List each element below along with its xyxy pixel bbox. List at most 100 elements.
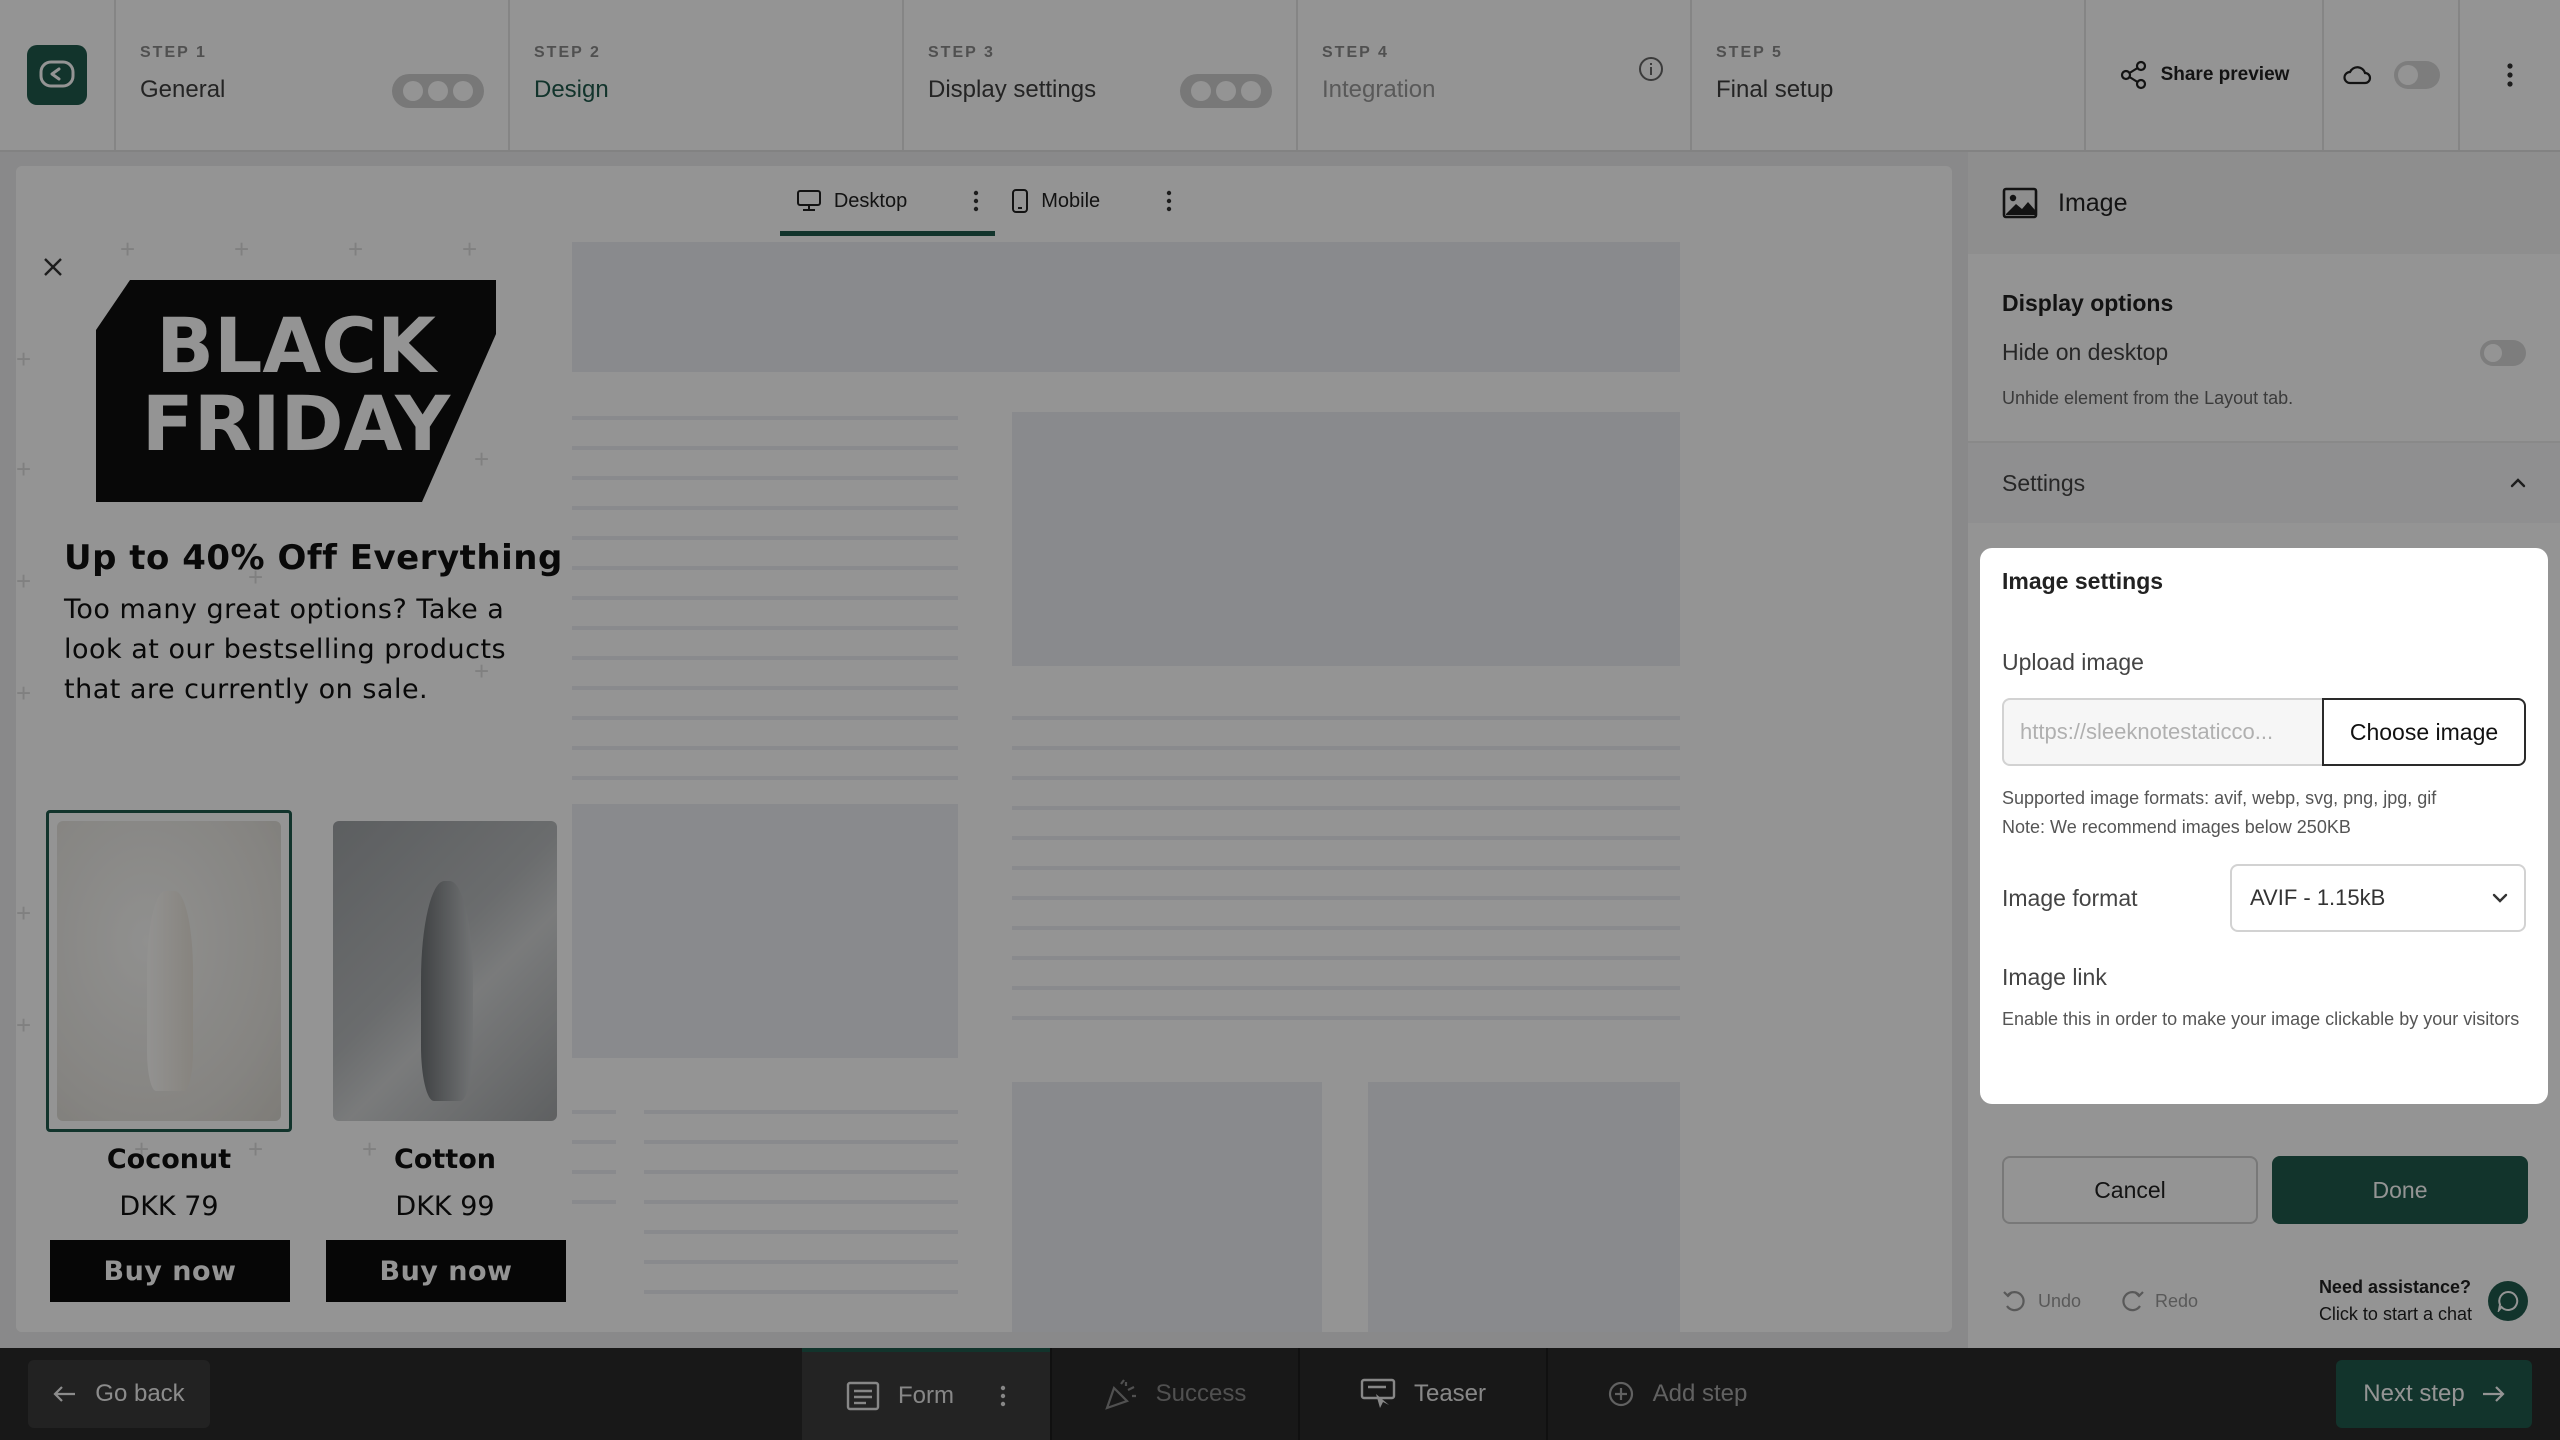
- upload-image-label: Upload image: [2002, 649, 2144, 675]
- done-button[interactable]: Done: [2272, 1156, 2528, 1224]
- step-final-setup[interactable]: STEP 5 Final setup: [1692, 0, 2086, 150]
- assistance-text[interactable]: Need assistance? Click to start a chat: [2319, 1274, 2472, 1328]
- buy-now-button[interactable]: Buy now: [50, 1240, 290, 1302]
- image-format-row: Image format AVIF - 1.15kB: [2002, 864, 2526, 932]
- step-number: STEP 3: [928, 44, 995, 61]
- upload-row: Choose image: [2002, 698, 2526, 766]
- redo-button[interactable]: Redo: [2119, 1289, 2198, 1313]
- step-number: STEP 1: [140, 44, 207, 61]
- settings-label: Settings: [2002, 469, 2086, 496]
- mobile-options-icon[interactable]: [1166, 190, 1172, 212]
- image-settings-card: Image settings Upload image Choose image…: [1980, 548, 2548, 1104]
- popup-body-text[interactable]: Too many great options? Take a look at o…: [64, 590, 524, 710]
- teaser-icon: [1360, 1378, 1396, 1408]
- panel-actions: Cancel Done: [2002, 1156, 2528, 1224]
- tab-teaser[interactable]: Teaser: [1298, 1348, 1546, 1440]
- product-card[interactable]: Coconut DKK 79 Buy now: [46, 810, 292, 1332]
- autosave-toggle[interactable]: [2394, 61, 2440, 89]
- image-icon: [2002, 187, 2038, 219]
- tab-mobile[interactable]: Mobile: [995, 166, 1188, 236]
- step-status-toggle[interactable]: [1180, 74, 1272, 108]
- step-label: Integration: [1322, 76, 1436, 103]
- next-step-button[interactable]: Next step: [2336, 1360, 2532, 1428]
- tab-teaser-label: Teaser: [1413, 1380, 1487, 1407]
- svg-text:FRIDAY: FRIDAY: [142, 379, 451, 468]
- assist-title: Need assistance?: [2318, 1277, 2472, 1297]
- step-design[interactable]: STEP 2 Design: [510, 0, 904, 150]
- confetti-icon: [1104, 1379, 1136, 1410]
- device-tabs: Desktop Mobile: [16, 166, 1952, 236]
- share-icon: [2120, 60, 2146, 90]
- image-url-input[interactable]: [2002, 698, 2322, 766]
- steps-bar: STEP 1 General STEP 2 Design STEP 3 Disp…: [0, 0, 2560, 152]
- buy-now-button[interactable]: Buy now: [326, 1240, 566, 1302]
- step-integration[interactable]: STEP 4 Integration: [1298, 0, 1692, 150]
- desktop-icon: [796, 190, 821, 211]
- tab-desktop-label: Desktop: [833, 189, 908, 212]
- share-preview-button[interactable]: Share preview: [2086, 0, 2324, 150]
- product-name: Coconut: [106, 1144, 232, 1175]
- redo-label: Redo: [2155, 1290, 2199, 1311]
- tab-success[interactable]: Success: [1050, 1348, 1298, 1440]
- step-label: Design: [534, 76, 609, 103]
- chat-icon: [2497, 1290, 2519, 1312]
- display-options-title: Display options: [2002, 290, 2174, 316]
- product-card[interactable]: Cotton DKK 99 Buy now: [322, 810, 568, 1332]
- tab-mobile-label: Mobile: [1041, 189, 1101, 212]
- step-number: STEP 4: [1322, 44, 1389, 61]
- product-price: DKK 99: [395, 1191, 495, 1222]
- step-label: Final setup: [1716, 76, 1834, 103]
- form-icon: [846, 1381, 880, 1411]
- go-back-button[interactable]: Go back: [28, 1360, 210, 1428]
- step-display-settings[interactable]: STEP 3 Display settings: [904, 0, 1298, 150]
- panel-title: Image: [2058, 188, 2128, 217]
- choose-image-button[interactable]: Choose image: [2322, 698, 2526, 766]
- add-step-button[interactable]: Add step: [1546, 1348, 1806, 1440]
- supported-formats-text: Supported image formats: avif, webp, svg…: [2002, 784, 2526, 842]
- image-format-select[interactable]: AVIF - 1.15kB: [2230, 864, 2526, 932]
- design-canvas: Desktop Mobile + + + + + + + + + + + + +…: [16, 166, 1952, 1332]
- arrow-left-icon: [53, 1386, 76, 1402]
- tab-success-label: Success: [1155, 1380, 1247, 1407]
- form-options-icon[interactable]: [1000, 1385, 1006, 1407]
- panel-header: Image: [1968, 152, 2560, 254]
- undo-button[interactable]: Undo: [2002, 1289, 2081, 1313]
- step-number: STEP 2: [534, 44, 601, 61]
- formats-line: Supported image formats: avif, webp, svg…: [2002, 788, 2437, 808]
- product-image[interactable]: [322, 810, 568, 1132]
- add-step-label: Add step: [1652, 1380, 1748, 1407]
- black-friday-logo[interactable]: BLACK FRIDAY: [96, 280, 496, 502]
- popup-preview[interactable]: + + + + + + + + + + + + + + + + + + + + …: [16, 236, 572, 1332]
- image-link-hint: Enable this in order to make your image …: [2002, 1009, 2520, 1029]
- step-number: STEP 5: [1716, 44, 1783, 61]
- share-preview-label: Share preview: [2160, 64, 2290, 85]
- autosave-cell: [2324, 0, 2460, 150]
- cloud-icon: [2343, 66, 2372, 85]
- hide-hint: Unhide element from the Layout tab.: [2002, 388, 2294, 408]
- tab-desktop[interactable]: Desktop: [779, 166, 996, 236]
- cancel-button[interactable]: Cancel: [2002, 1156, 2258, 1224]
- popup-heading[interactable]: Up to 40% Off Everything: [64, 538, 563, 578]
- close-icon[interactable]: [42, 256, 64, 278]
- more-vertical-icon[interactable]: [2506, 62, 2514, 88]
- step-general[interactable]: STEP 1 General: [116, 0, 510, 150]
- tab-form[interactable]: Form: [802, 1348, 1050, 1440]
- step-status-toggle[interactable]: [392, 74, 484, 108]
- undo-label: Undo: [2038, 1290, 2082, 1311]
- settings-accordion-header[interactable]: Settings: [1968, 441, 2560, 523]
- app-logo[interactable]: [27, 45, 87, 105]
- chevron-down-icon: [2492, 893, 2508, 903]
- assist-subtitle: Click to start a chat: [2318, 1304, 2472, 1324]
- hide-on-desktop-toggle[interactable]: [2480, 339, 2526, 366]
- product-image[interactable]: [46, 810, 292, 1132]
- product-name: Cotton: [394, 1144, 496, 1175]
- mobile-icon: [1012, 189, 1029, 213]
- info-icon[interactable]: [1638, 56, 1664, 82]
- plus-circle-icon: [1608, 1381, 1633, 1407]
- panel-footer: Undo Redo Need assistance? Click to star…: [2002, 1274, 2528, 1328]
- arrow-right-icon: [2482, 1386, 2505, 1402]
- logo-cell: [0, 0, 116, 150]
- tab-form-label: Form: [898, 1382, 954, 1409]
- desktop-options-icon[interactable]: [973, 190, 979, 212]
- chat-button[interactable]: [2488, 1281, 2528, 1321]
